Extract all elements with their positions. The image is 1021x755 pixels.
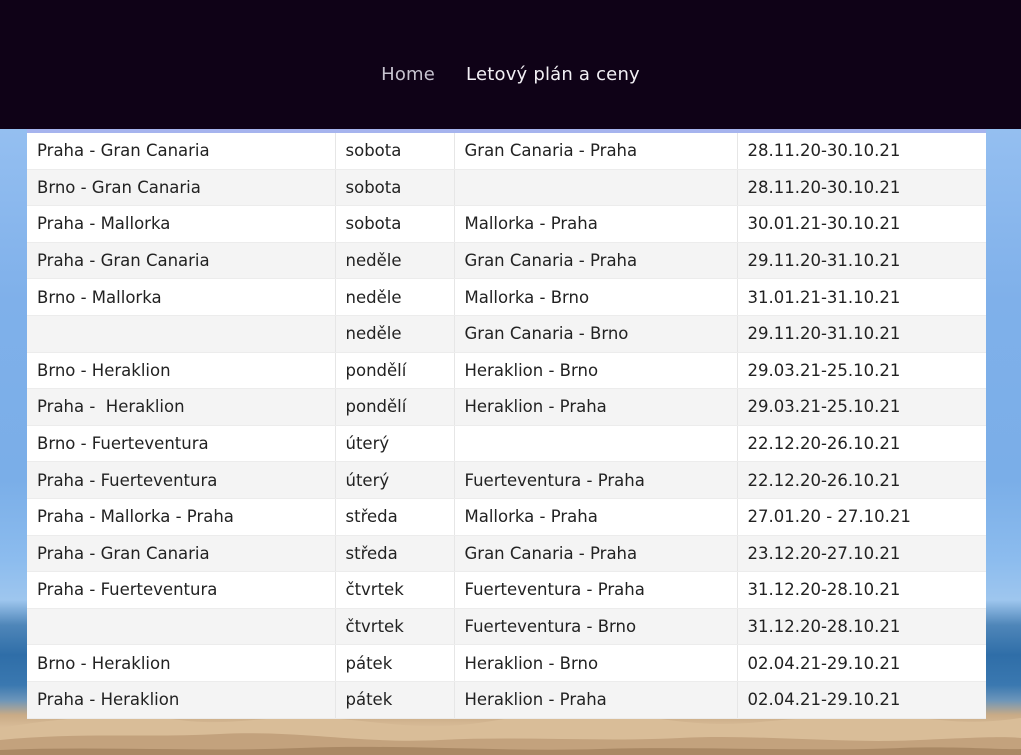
nav-link-home[interactable]: Home	[381, 64, 435, 85]
validity-cell: 22.12.20-26.10.21	[737, 461, 986, 499]
outbound-route-cell: Praha - Gran Canaria	[27, 535, 336, 573]
day-cell: neděle	[335, 242, 455, 280]
table-row: Praha - Fuerteventura úterý Fuerteventura …	[27, 461, 986, 499]
day-cell: pátek	[335, 681, 455, 719]
return-route-cell: Fuerteventura - Brno	[454, 608, 738, 646]
flight-schedule-table: Praha - Gran Canaria sobota Gran Canaria -…	[27, 133, 986, 719]
day-cell: sobota	[335, 133, 455, 170]
validity-cell: 27.01.20 - 27.10.21	[737, 498, 986, 536]
validity-cell: 23.12.20-27.10.21	[737, 535, 986, 573]
return-route-cell: Heraklion - Praha	[454, 681, 738, 719]
outbound-route-cell: Praha - Mallorka	[27, 205, 336, 243]
main-navigation: Home Letový plán a ceny	[0, 64, 1021, 85]
day-cell: neděle	[335, 315, 455, 353]
table-row: Praha - Gran Canaria sobota Gran Canaria -…	[27, 133, 986, 170]
day-cell: úterý	[335, 425, 455, 463]
validity-cell: 28.11.20-30.10.21	[737, 133, 986, 170]
outbound-route-cell: Brno - Fuerteventura	[27, 425, 336, 463]
outbound-route-cell: Praha - Heraklion	[27, 681, 336, 719]
day-cell: pondělí	[335, 388, 455, 426]
table-row: Brno - Heraklion pátek Heraklion - Brno 02.…	[27, 644, 986, 682]
validity-cell: 31.12.20-28.10.21	[737, 571, 986, 609]
table-row: Brno - Heraklion pondělí Heraklion - Brno 2…	[27, 352, 986, 390]
validity-cell: 29.03.21-25.10.21	[737, 388, 986, 426]
return-route-cell: Fuerteventura - Praha	[454, 461, 738, 499]
flight-schedule-body: Praha - Gran Canaria sobota Gran Canaria -…	[27, 133, 986, 719]
outbound-route-cell: Praha - Mallorka - Praha	[27, 498, 336, 536]
outbound-route-cell: Brno - Heraklion	[27, 644, 336, 682]
return-route-cell: Heraklion - Brno	[454, 352, 738, 390]
return-route-cell: Heraklion - Praha	[454, 388, 738, 426]
return-route-cell: Gran Canaria - Praha	[454, 133, 738, 170]
validity-cell: 02.04.21-29.10.21	[737, 681, 986, 719]
table-row: neděle Gran Canaria - Brno 29.11.20-31.10.…	[27, 315, 986, 353]
table-row: čtvrtek Fuerteventura - Brno 31.12.20-28.1…	[27, 608, 986, 646]
return-route-cell: Heraklion - Brno	[454, 644, 738, 682]
table-row: Praha - Heraklion pátek Heraklion - Praha 0…	[27, 681, 986, 719]
outbound-route-cell: Praha - Gran Canaria	[27, 242, 336, 280]
table-row: Brno - Mallorka neděle Mallorka - Brno 31.0…	[27, 278, 986, 316]
validity-cell: 29.03.21-25.10.21	[737, 352, 986, 390]
day-cell: čtvrtek	[335, 571, 455, 609]
table-row: Praha - Mallorka sobota Mallorka - Praha 30…	[27, 205, 986, 243]
return-route-cell: Gran Canaria - Praha	[454, 242, 738, 280]
outbound-route-cell: Praha - Gran Canaria	[27, 133, 336, 170]
day-cell: středa	[335, 535, 455, 573]
validity-cell: 02.04.21-29.10.21	[737, 644, 986, 682]
day-cell: středa	[335, 498, 455, 536]
return-route-cell: Gran Canaria - Praha	[454, 535, 738, 573]
table-row: Praha - Gran Canaria neděle Gran Canaria -…	[27, 242, 986, 280]
day-cell: neděle	[335, 278, 455, 316]
validity-cell: 31.01.21-31.10.21	[737, 278, 986, 316]
day-cell: čtvrtek	[335, 608, 455, 646]
validity-cell: 30.01.21-30.10.21	[737, 205, 986, 243]
flight-schedule-table-container: Praha - Gran Canaria sobota Gran Canaria -…	[27, 129, 986, 719]
outbound-route-cell: Brno - Heraklion	[27, 352, 336, 390]
outbound-route-cell: Praha - Heraklion	[27, 388, 336, 426]
table-row: Praha - Heraklion pondělí Heraklion - Prah…	[27, 388, 986, 426]
day-cell: úterý	[335, 461, 455, 499]
validity-cell: 28.11.20-30.10.21	[737, 169, 986, 207]
return-route-cell: Mallorka - Praha	[454, 205, 738, 243]
outbound-route-cell: Praha - Fuerteventura	[27, 461, 336, 499]
header-bar: Home Letový plán a ceny	[0, 0, 1021, 129]
table-row: Praha - Mallorka - Praha středa Mallorka -…	[27, 498, 986, 536]
outbound-route-cell	[27, 315, 336, 353]
nav-link-flight-schedule[interactable]: Letový plán a ceny	[466, 64, 640, 85]
outbound-route-cell	[27, 608, 336, 646]
day-cell: sobota	[335, 169, 455, 207]
outbound-route-cell: Brno - Gran Canaria	[27, 169, 336, 207]
return-route-cell: Fuerteventura - Praha	[454, 571, 738, 609]
table-row: Brno - Gran Canaria sobota 28.11.20-30.10.…	[27, 169, 986, 207]
return-route-cell	[454, 425, 738, 463]
day-cell: pátek	[335, 644, 455, 682]
validity-cell: 29.11.20-31.10.21	[737, 315, 986, 353]
table-row: Brno - Fuerteventura úterý 22.12.20-26.10.…	[27, 425, 986, 463]
outbound-route-cell: Praha - Fuerteventura	[27, 571, 336, 609]
outbound-route-cell: Brno - Mallorka	[27, 278, 336, 316]
day-cell: pondělí	[335, 352, 455, 390]
validity-cell: 22.12.20-26.10.21	[737, 425, 986, 463]
return-route-cell: Mallorka - Brno	[454, 278, 738, 316]
validity-cell: 31.12.20-28.10.21	[737, 608, 986, 646]
day-cell: sobota	[335, 205, 455, 243]
return-route-cell: Gran Canaria - Brno	[454, 315, 738, 353]
return-route-cell	[454, 169, 738, 207]
return-route-cell: Mallorka - Praha	[454, 498, 738, 536]
validity-cell: 29.11.20-31.10.21	[737, 242, 986, 280]
table-row: Praha - Gran Canaria středa Gran Canaria -…	[27, 535, 986, 573]
table-row: Praha - Fuerteventura čtvrtek Fuerteventur…	[27, 571, 986, 609]
